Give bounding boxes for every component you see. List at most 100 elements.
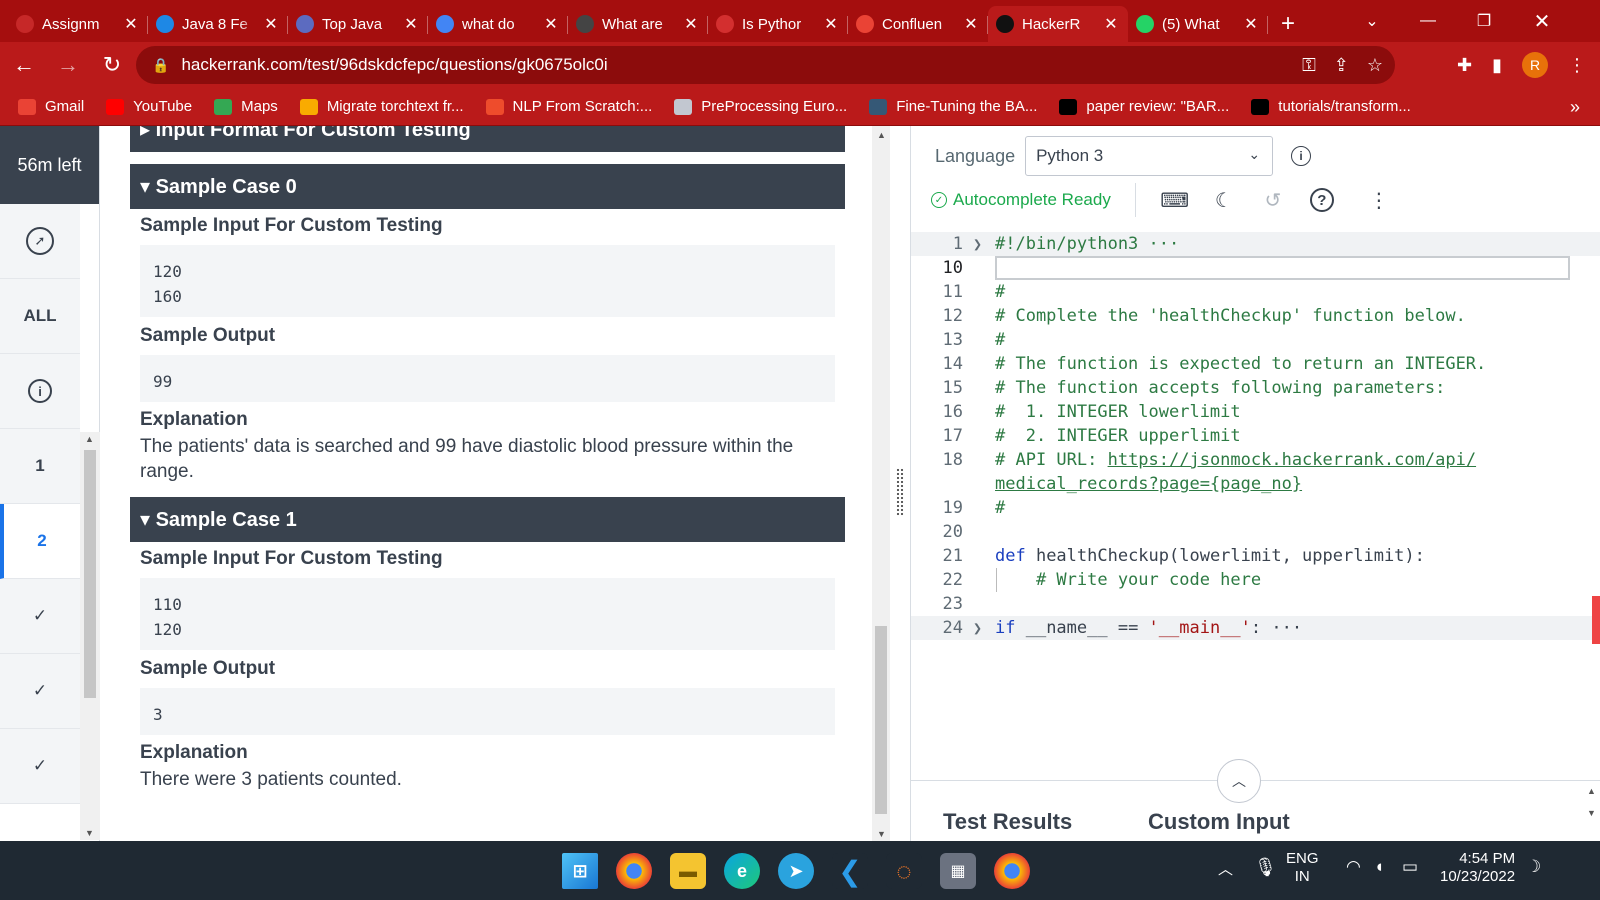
nav-scrollbar[interactable]: ▲ ▼ bbox=[80, 432, 100, 840]
api-url-link[interactable]: https://jsonmock.hackerrank.com/api/ bbox=[1108, 450, 1476, 470]
history-icon[interactable]: ↺ bbox=[1258, 185, 1288, 215]
bookmarks-overflow-icon[interactable]: » bbox=[1570, 88, 1580, 126]
language-select[interactable]: Python 3 ⌄ bbox=[1025, 136, 1274, 176]
api-url-link[interactable]: medical_records?page={page_no} bbox=[995, 474, 1302, 494]
reload-icon[interactable]: ↻ bbox=[92, 45, 132, 85]
code-line[interactable]: 16 # 1. INTEGER lowerlimit bbox=[911, 400, 1600, 424]
side-panel-icon[interactable]: ▮ bbox=[1492, 55, 1502, 76]
compass-nav-item[interactable]: ➚ bbox=[0, 204, 80, 279]
nav-item-question-3-done[interactable]: ✓ bbox=[0, 579, 80, 654]
nav-item-question-4-done[interactable]: ✓ bbox=[0, 654, 80, 729]
help-button[interactable]: ? bbox=[1307, 185, 1337, 215]
code-line[interactable]: 20 bbox=[911, 520, 1600, 544]
chrome-icon[interactable] bbox=[616, 853, 652, 889]
telegram-icon[interactable]: ➤ bbox=[778, 853, 814, 889]
moon-icon[interactable]: ☾ bbox=[1209, 185, 1239, 215]
calculator-icon[interactable]: ▦ bbox=[940, 853, 976, 889]
nav-item-all[interactable]: ALL bbox=[0, 279, 80, 354]
code-line[interactable]: 17 # 2. INTEGER upperlimit bbox=[911, 424, 1600, 448]
microphone-icon[interactable]: 🎙 bbox=[1254, 857, 1277, 878]
info-icon[interactable]: i bbox=[1291, 146, 1312, 166]
bookmark-item[interactable]: paper review: "BAR... bbox=[1059, 98, 1229, 115]
share-icon[interactable]: ⇪ bbox=[1334, 55, 1349, 76]
scroll-up-arrow-icon[interactable]: ▲ bbox=[877, 130, 886, 140]
code-line[interactable]: 24 ❯ if __name__ == '__main__': ··· bbox=[911, 616, 1600, 640]
browser-tab[interactable]: what do ✕ bbox=[428, 6, 568, 42]
close-tab-icon[interactable]: ✕ bbox=[262, 14, 280, 34]
editor-scrollbar[interactable]: ▲ ▼ bbox=[1584, 782, 1600, 822]
close-tab-icon[interactable]: ✕ bbox=[822, 14, 840, 34]
close-tab-icon[interactable]: ✕ bbox=[1102, 14, 1120, 34]
nav-scrollbar-thumb[interactable] bbox=[84, 450, 96, 698]
sample-case-0-header[interactable]: ▾ Sample Case 0 bbox=[130, 164, 845, 209]
scroll-up-arrow-icon[interactable]: ▲ bbox=[1587, 786, 1596, 796]
edge-icon[interactable]: e bbox=[724, 853, 760, 889]
volume-icon[interactable]: ◖ bbox=[1374, 857, 1384, 877]
bookmark-item[interactable]: Fine-Tuning the BA... bbox=[869, 98, 1037, 115]
close-window-button[interactable]: ✕ bbox=[1514, 0, 1570, 42]
keyboard-icon[interactable]: ⌨ bbox=[1160, 185, 1190, 215]
vscode-icon[interactable]: ❮ bbox=[832, 853, 868, 889]
close-tab-icon[interactable]: ✕ bbox=[402, 14, 420, 34]
info-nav-item[interactable]: i bbox=[0, 354, 80, 429]
profile-avatar[interactable]: R bbox=[1522, 52, 1548, 78]
tab-test-results[interactable]: Test Results bbox=[943, 809, 1072, 835]
browser-tab[interactable]: What are ✕ bbox=[568, 6, 708, 42]
close-tab-icon[interactable]: ✕ bbox=[122, 14, 140, 34]
scroll-down-arrow-icon[interactable]: ▼ bbox=[877, 829, 886, 839]
close-tab-icon[interactable]: ✕ bbox=[682, 14, 700, 34]
windows-start-icon[interactable]: ⊞ bbox=[562, 853, 598, 889]
nav-item-question-5-done[interactable]: ✓ bbox=[0, 729, 80, 804]
browser-tab[interactable]: Top Java ✕ bbox=[288, 6, 428, 42]
chrome-profile-icon[interactable] bbox=[994, 853, 1030, 889]
wifi-icon[interactable]: ◠ bbox=[1346, 857, 1361, 877]
code-line[interactable]: 18 # API URL: https://jsonmock.hackerrank… bbox=[911, 448, 1600, 496]
file-explorer-icon[interactable]: ▬ bbox=[670, 853, 706, 889]
nav-item-question-1[interactable]: 1 bbox=[0, 429, 80, 504]
close-tab-icon[interactable]: ✕ bbox=[962, 14, 980, 34]
tab-custom-input[interactable]: Custom Input bbox=[1148, 809, 1290, 835]
forward-arrow-icon[interactable]: → bbox=[48, 45, 88, 85]
restore-button[interactable]: ❐ bbox=[1456, 0, 1512, 42]
jupyter-icon[interactable]: ◌ bbox=[886, 853, 922, 889]
problem-scrollbar-thumb[interactable] bbox=[875, 626, 887, 814]
more-options-icon[interactable]: ⋮ bbox=[1364, 185, 1394, 215]
problem-scrollbar[interactable]: ▲ ▼ bbox=[872, 126, 890, 841]
scroll-up-arrow-icon[interactable]: ▲ bbox=[85, 434, 94, 444]
new-tab-button[interactable]: + bbox=[1268, 6, 1308, 42]
chevron-up-icon[interactable]: ︿ bbox=[1217, 759, 1261, 803]
key-icon[interactable]: ⚿ bbox=[1302, 55, 1316, 76]
bookmark-item[interactable]: Migrate torchtext fr... bbox=[299, 98, 464, 115]
menu-kebab-icon[interactable]: ⋮ bbox=[1568, 55, 1586, 76]
close-tab-icon[interactable]: ✕ bbox=[1242, 14, 1260, 34]
language-indicator[interactable]: ENG IN bbox=[1286, 850, 1319, 886]
browser-tab[interactable]: Is Pythor ✕ bbox=[708, 6, 848, 42]
browser-tab[interactable]: HackerR ✕ bbox=[988, 6, 1128, 42]
code-line[interactable]: 13 # bbox=[911, 328, 1600, 352]
address-bar[interactable]: 🔒 hackerrank.com/test/96dskdcfepc/questi… bbox=[136, 46, 1395, 84]
fold-chevron-icon[interactable]: ❯ bbox=[973, 232, 982, 256]
code-line[interactable]: 15 # The function accepts following param… bbox=[911, 376, 1600, 400]
code-line[interactable]: 22 # Write your code here bbox=[911, 568, 1600, 592]
tray-overflow-chevron-icon[interactable]: ︿ bbox=[1218, 858, 1233, 879]
bookmark-item[interactable]: NLP From Scratch:... bbox=[485, 98, 652, 115]
code-line[interactable]: 1 ❯ #!/bin/python3 ··· bbox=[911, 232, 1600, 256]
code-line[interactable]: 12 # Complete the 'healthCheckup' functio… bbox=[911, 304, 1600, 328]
code-line[interactable]: 10 bbox=[911, 256, 1600, 280]
battery-icon[interactable]: ▭ bbox=[1402, 857, 1418, 877]
extensions-puzzle-icon[interactable]: ✚ bbox=[1457, 55, 1472, 76]
code-line[interactable]: 23 bbox=[911, 592, 1600, 616]
tab-search-chevron-icon[interactable]: ⌄ bbox=[1344, 0, 1400, 42]
back-arrow-icon[interactable]: ← bbox=[4, 45, 44, 85]
code-line[interactable]: 11 # bbox=[911, 280, 1600, 304]
code-area[interactable]: 1 ❯ #!/bin/python3 ··· 10 11 #12 # Complete th… bbox=[911, 232, 1600, 772]
close-tab-icon[interactable]: ✕ bbox=[542, 14, 560, 34]
input-format-header[interactable]: ▸ Input Format For Custom Testing bbox=[130, 126, 845, 152]
code-line[interactable]: 19 # bbox=[911, 496, 1600, 520]
notifications-moon-icon[interactable]: ☽ bbox=[1526, 857, 1541, 877]
star-icon[interactable]: ☆ bbox=[1367, 55, 1383, 76]
bookmark-item[interactable]: Gmail bbox=[18, 98, 84, 115]
scroll-down-arrow-icon[interactable]: ▼ bbox=[85, 828, 94, 838]
pane-resize-handle[interactable] bbox=[896, 468, 904, 516]
sample-case-1-header[interactable]: ▾ Sample Case 1 bbox=[130, 497, 845, 542]
